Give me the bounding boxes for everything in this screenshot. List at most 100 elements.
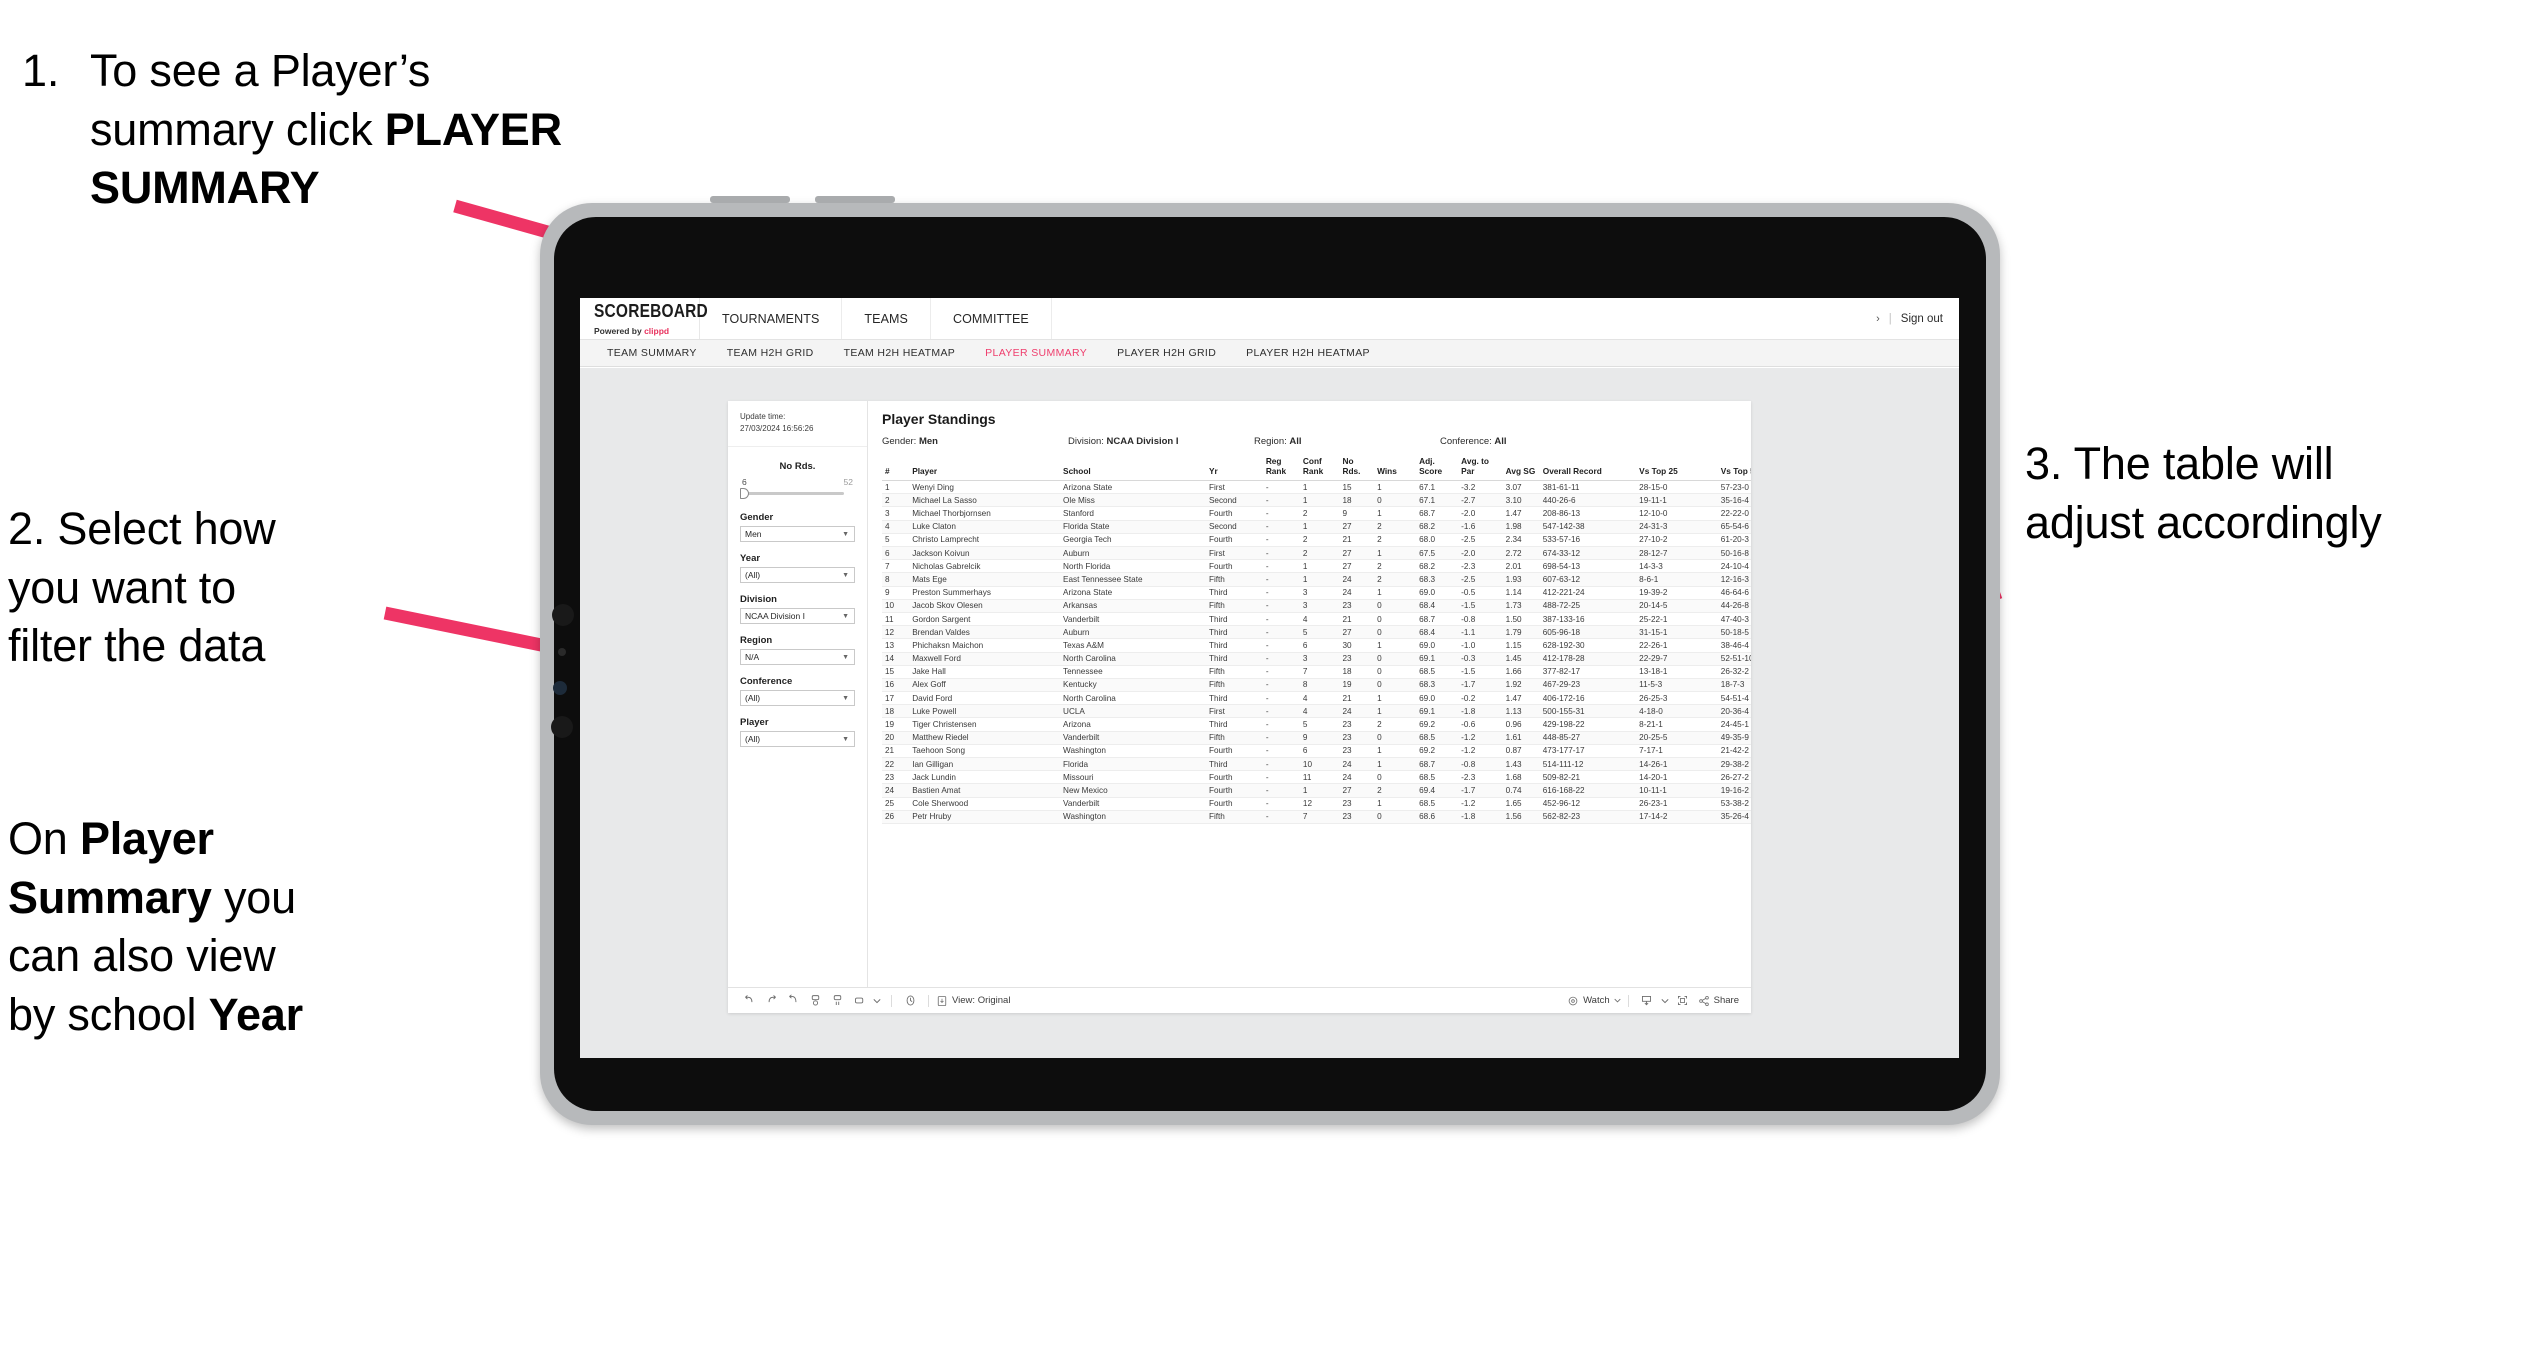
cell-regrank: - [1262, 783, 1300, 798]
th-yr[interactable]: Yr [1205, 457, 1263, 482]
tab-player-summary[interactable]: PLAYER SUMMARY [970, 347, 1102, 359]
tab-player-h2h-grid[interactable]: PLAYER H2H GRID [1102, 347, 1231, 359]
history-icon[interactable] [899, 992, 921, 1010]
table-row[interactable]: 8 Mats Ege East Tennessee State Fifth -1 24 2 6… [882, 572, 1751, 587]
table-row[interactable]: 1 Wenyi Ding Arizona State First -1 15 1 67.1 -3… [882, 480, 1751, 495]
tab-player-h2h-heatmap[interactable]: PLAYER H2H HEATMAP [1231, 347, 1385, 359]
tab-team-h2h-grid[interactable]: TEAM H2H GRID [712, 347, 829, 359]
table-row[interactable]: 4 Luke Claton Florida State Second -1 27 2 68.2… [882, 520, 1751, 534]
cell-school: Tennessee [1060, 665, 1206, 679]
sign-out-link[interactable]: Sign out [1901, 313, 1943, 325]
cell-t25: 20-14-5 [1636, 599, 1718, 613]
th-avg-sg[interactable]: Avg SG [1502, 457, 1540, 482]
cell-t50: 35-16-4 [1717, 493, 1751, 508]
tablet-sensor-2 [558, 648, 566, 656]
th-player[interactable]: Player [909, 457, 1061, 482]
table-row[interactable]: 12 Brendan Valdes Auburn Third -5 27 0 68.4 -1.1… [882, 625, 1751, 640]
table-row[interactable]: 24 Bastien Amat New Mexico Fourth -1 27 2 69.4-… [882, 783, 1751, 798]
table-row[interactable]: 18 Luke Powell UCLA First -4 24 1 69.1 -1.8 1.13 5… [882, 704, 1751, 719]
table-row[interactable]: 13 Phichaksn Maichon Texas A&M Third -6 30 1 69… [882, 638, 1751, 653]
table-row[interactable]: 21 Taehoon Song Washington Fourth -6 23 1 69.2-… [882, 744, 1751, 759]
cell-wins: 1 [1374, 704, 1417, 719]
cell-rank: 1 [882, 480, 910, 495]
tab-team-h2h-heatmap[interactable]: TEAM H2H HEATMAP [829, 347, 971, 359]
filter-player-select[interactable]: (All) ▼ [740, 731, 855, 748]
revert-icon[interactable] [782, 992, 804, 1010]
cell-school: North Carolina [1060, 691, 1206, 706]
filter-division-select[interactable]: NCAA Division I ▼ [740, 608, 855, 625]
nav-item-tournaments[interactable]: TOURNAMENTS [700, 298, 843, 339]
share-button[interactable]: Share [1698, 995, 1739, 1007]
cell-adj: 68.4 [1416, 625, 1459, 640]
filter-conference-select[interactable]: (All) ▼ [740, 690, 855, 707]
table-row[interactable]: 19 Tiger Christensen Arizona Third -5 23 2 69.2… [882, 717, 1751, 732]
cell-regrank: - [1262, 586, 1300, 600]
cell-school: Auburn [1060, 546, 1206, 561]
nav-item-teams[interactable]: TEAMS [842, 298, 931, 339]
table-row[interactable]: 2 Michael La Sasso Ole Miss Second -1 18 0 67.1… [882, 493, 1751, 508]
table-row[interactable]: 17 David Ford North Carolina Third -4 21 1 69.0… [882, 691, 1751, 706]
custom-view-icon[interactable] [848, 992, 870, 1010]
refresh-icon[interactable] [826, 992, 848, 1010]
table-row[interactable]: 3 Michael Thorbjornsen Stanford Fourth -2 9 1 6… [882, 506, 1751, 521]
th-adj-score[interactable]: Adj. Score [1416, 456, 1459, 482]
brand-logo[interactable]: SCOREBOARD Powered by clippd [580, 298, 708, 339]
no-rounds-slider-handle[interactable] [740, 488, 749, 500]
table-row[interactable]: 7 Nicholas Gabrelcik North Florida Fourth -1… [882, 559, 1751, 574]
cell-wins: 0 [1374, 652, 1417, 666]
cell-record: 412-221-24 [1539, 586, 1637, 600]
table-row[interactable]: 6 Jackson Koivun Auburn First -2 27 1 67.5 -2.0 2… [882, 546, 1751, 561]
nav-item-committee[interactable]: COMMITTEE [931, 298, 1052, 339]
filter-gender-select[interactable]: Men ▼ [740, 526, 855, 543]
table-row[interactable]: 26 Petr Hruby Washington Fifth -7 23 0 68.6 -1.8… [882, 810, 1751, 824]
download-icon[interactable] [1636, 992, 1658, 1010]
cell-sg: 1.47 [1502, 691, 1540, 706]
table-row[interactable]: 14 Maxwell Ford North Carolina Third -3 23 0 69… [882, 652, 1751, 666]
table-row[interactable]: 9 Preston Summerhays Arizona State Third -3 2… [882, 586, 1751, 600]
th-school[interactable]: School [1060, 457, 1206, 482]
filter-region-select[interactable]: N/A ▼ [740, 649, 855, 666]
annotation-step-2-line1: 2. Select how [8, 503, 276, 554]
th-conf-rank[interactable]: Conf Rank [1299, 456, 1340, 482]
view-original-button[interactable]: View: Original [936, 995, 1010, 1007]
table-row[interactable]: 23 Jack Lundin Missouri Fourth -11 24 0 68.5 -2.… [882, 770, 1751, 785]
cell-wins: 0 [1374, 599, 1417, 613]
th-reg-rank[interactable]: Reg Rank [1262, 456, 1300, 482]
no-rounds-slider[interactable] [740, 488, 844, 500]
table-row[interactable]: 15 Jake Hall Tennessee Fifth -7 18 0 68.5 -1.5 1.… [882, 665, 1751, 679]
th-vs-top-50[interactable]: Vs Top 50 [1717, 457, 1751, 482]
table-row[interactable]: 25 Cole Sherwood Vanderbilt Fourth -12 23 1 68.… [882, 797, 1751, 811]
cell-sg: 0.96 [1502, 717, 1540, 732]
cell-nords: 23 [1339, 652, 1375, 666]
cell-adj: 68.3 [1416, 572, 1459, 587]
th-vs-top-25[interactable]: Vs Top 25 [1636, 457, 1718, 482]
table-row[interactable]: 11 Gordon Sargent Vanderbilt Third -4 21 0 68.7… [882, 612, 1751, 627]
cell-player: Taehoon Song [909, 744, 1061, 759]
table-row[interactable]: 16 Alex Goff Kentucky Fifth -8 19 0 68.3 -1.7 1.9… [882, 678, 1751, 693]
th-wins[interactable]: Wins [1374, 457, 1417, 482]
custom-view-caret-icon[interactable] [870, 992, 884, 1010]
cell-t50: 47-40-3 [1717, 612, 1751, 627]
table-row[interactable]: 20 Matthew Riedel Vanderbilt Fifth -9 23 0 68.5… [882, 731, 1751, 745]
th-avg-to-par[interactable]: Avg. to Par [1458, 456, 1503, 482]
table-row[interactable]: 10 Jacob Skov Olesen Arkansas Fifth -3 23 0 68.… [882, 599, 1751, 613]
fullscreen-icon[interactable] [1672, 992, 1694, 1010]
redo-icon[interactable] [760, 992, 782, 1010]
undo-icon[interactable] [738, 992, 760, 1010]
table-row[interactable]: 22 Ian Gilligan Florida Third -10 24 1 68.7 -0.8… [882, 757, 1751, 772]
filter-year-select[interactable]: (All) ▼ [740, 567, 855, 584]
watch-button[interactable]: Watch [1567, 995, 1621, 1007]
chevron-right-icon[interactable]: › [1876, 313, 1880, 325]
tab-team-summary[interactable]: TEAM SUMMARY [592, 347, 712, 359]
table-row[interactable]: 5 Christo Lamprecht Georgia Tech Fourth -2 21… [882, 533, 1751, 548]
th-rank[interactable]: # [882, 457, 910, 482]
th-overall-record[interactable]: Overall Record [1539, 457, 1637, 482]
download-caret-icon[interactable] [1658, 992, 1672, 1010]
cell-wins: 2 [1374, 717, 1417, 732]
pause-refresh-icon[interactable] [804, 992, 826, 1010]
cell-par: -1.2 [1458, 744, 1503, 759]
cell-regrank: - [1262, 770, 1300, 785]
th-no-rds[interactable]: No Rds. [1339, 456, 1375, 482]
cell-regrank: - [1262, 559, 1300, 574]
cell-par: -1.8 [1458, 704, 1503, 719]
